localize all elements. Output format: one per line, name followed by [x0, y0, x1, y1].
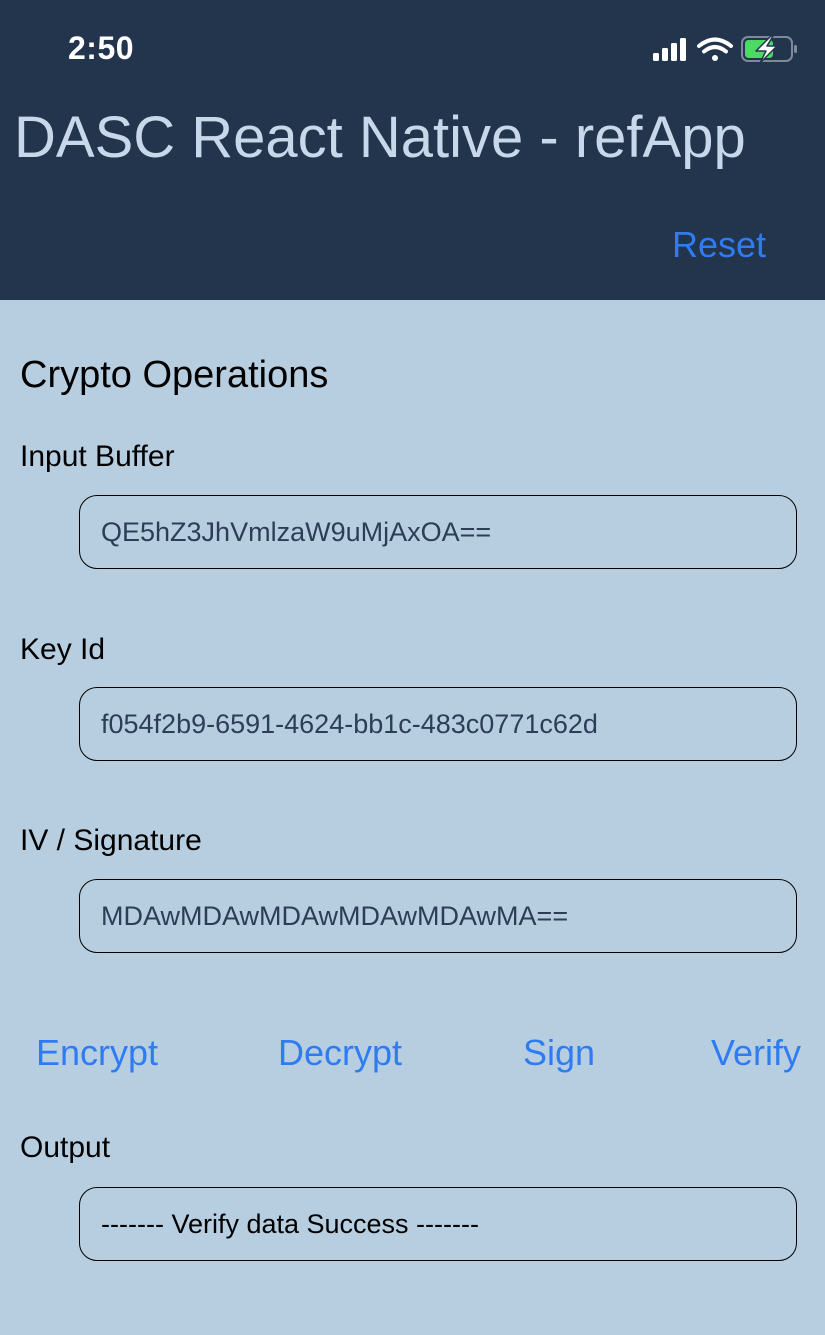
app-header: 2:50 DASC React Native - refApp Reset — [0, 0, 825, 300]
status-icons — [653, 35, 797, 64]
status-time: 2:50 — [68, 30, 135, 66]
verify-button[interactable]: Verify — [711, 1032, 801, 1074]
iv-signature-label: IV / Signature — [20, 824, 202, 857]
battery-charging-icon — [741, 35, 797, 64]
reset-button[interactable]: Reset — [672, 224, 766, 266]
input-buffer-label: Input Buffer — [20, 440, 175, 473]
decrypt-button[interactable]: Decrypt — [278, 1032, 402, 1074]
output-label: Output — [20, 1131, 111, 1164]
key-id-label: Key Id — [20, 633, 106, 666]
iv-signature-field[interactable]: MDAwMDAwMDAwMDAwMDAwMA== — [79, 879, 797, 953]
section-title: Crypto Operations — [20, 354, 329, 396]
key-id-field[interactable]: f054f2b9-6591-4624-bb1c-483c0771c62d — [79, 687, 797, 761]
output-field[interactable]: ------- Verify data Success ------- — [79, 1187, 797, 1261]
cellular-signal-icon — [653, 38, 686, 61]
sign-button[interactable]: Sign — [523, 1032, 595, 1074]
app-title: DASC React Native - refApp — [14, 105, 746, 170]
wifi-icon — [697, 37, 733, 61]
encrypt-button[interactable]: Encrypt — [36, 1032, 158, 1074]
input-buffer-field[interactable]: QE5hZ3JhVmlzaW9uMjAxOA== — [79, 495, 797, 569]
